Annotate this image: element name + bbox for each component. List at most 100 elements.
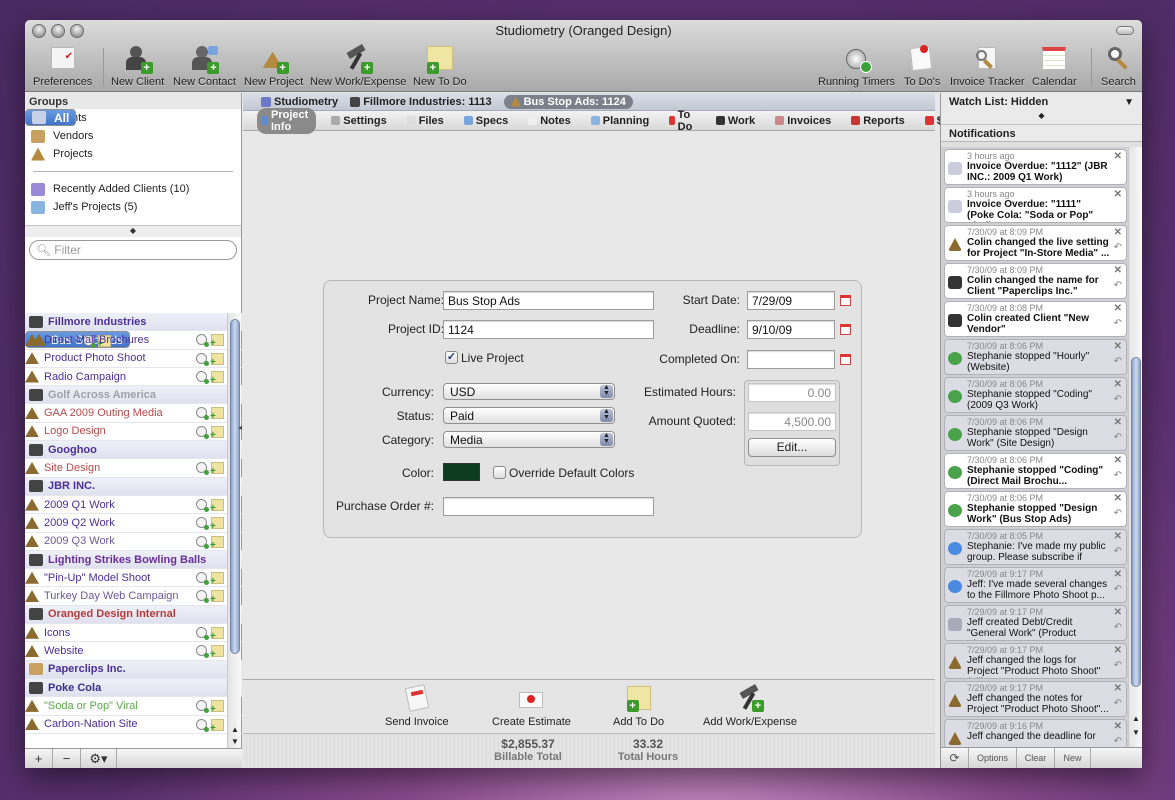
project-row[interactable]: Carbon-Nation Site: [25, 716, 242, 734]
client-row[interactable]: Golf Across America: [25, 386, 242, 404]
dismiss-icon[interactable]: ✕: [1114, 417, 1122, 428]
tab-notes[interactable]: Notes: [523, 114, 576, 128]
watch-list-toggle[interactable]: Watch List: Hidden▼: [941, 93, 1142, 111]
purchase-order-input[interactable]: [443, 497, 654, 516]
start-timer-icon[interactable]: [196, 645, 207, 656]
calendar-picker-icon[interactable]: [840, 295, 851, 306]
add-todo-icon[interactable]: [211, 627, 224, 639]
options-button[interactable]: Options: [969, 748, 1017, 768]
notification-item[interactable]: 7/30/09 at 8:06 PMStephanie stopped "Des…: [944, 491, 1127, 527]
add-todo-icon[interactable]: [211, 536, 224, 548]
notification-item[interactable]: 7/30/09 at 8:08 PMColin created Client "…: [944, 301, 1127, 337]
add-todo-icon[interactable]: [211, 700, 224, 712]
dismiss-icon[interactable]: ✕: [1114, 607, 1122, 618]
toolbar-toggle-button[interactable]: [1116, 26, 1134, 35]
undo-icon[interactable]: ↶: [1114, 698, 1122, 709]
project-row[interactable]: Website: [25, 642, 242, 660]
tab-reports[interactable]: Reports: [846, 114, 910, 128]
override-colors-checkbox[interactable]: [493, 466, 506, 479]
dismiss-icon[interactable]: ✕: [1114, 227, 1122, 238]
tab-settings[interactable]: Settings: [326, 114, 391, 128]
notification-item[interactable]: 7/29/09 at 9:17 PMJeff changed the notes…: [944, 681, 1127, 717]
live-project-checkbox[interactable]: ✓: [445, 351, 458, 364]
client-row[interactable]: Paperclips Inc.: [25, 661, 242, 679]
undo-icon[interactable]: ↶: [1114, 546, 1122, 557]
project-row[interactable]: Icons: [25, 624, 242, 642]
calendar-picker-icon[interactable]: [840, 354, 851, 365]
client-row[interactable]: Fillmore Industries: [25, 313, 242, 331]
tab-work[interactable]: Work: [711, 114, 760, 128]
new-to-do-button[interactable]: + New To Do: [413, 44, 467, 88]
create-estimate-button[interactable]: Create Estimate: [492, 684, 571, 728]
dismiss-icon[interactable]: ✕: [1114, 455, 1122, 466]
tab-specs[interactable]: Specs: [459, 114, 513, 128]
estimated-hours-input[interactable]: [748, 383, 836, 402]
undo-icon[interactable]: ↶: [1114, 318, 1122, 329]
preferences-button[interactable]: ✔ Preferences: [33, 44, 92, 88]
group-item-all[interactable]: All: [25, 109, 76, 126]
client-row[interactable]: JBR INC.: [25, 478, 242, 496]
to-dos-button[interactable]: To Do's: [904, 44, 940, 88]
notification-item[interactable]: 3 hours agoInvoice Overdue: "1112" (JBR …: [944, 149, 1127, 185]
dismiss-icon[interactable]: ✕: [1114, 341, 1122, 352]
start-timer-icon[interactable]: [196, 700, 207, 711]
project-row[interactable]: Direct Mail Brochures: [25, 331, 242, 349]
project-row[interactable]: "Soda or Pop" Viral: [25, 697, 242, 715]
project-row[interactable]: 2009 Q3 Work: [25, 533, 242, 551]
project-list-scrollbar[interactable]: ▲ ▼: [227, 313, 241, 748]
notification-item[interactable]: 7/29/09 at 9:17 PMJeff created Debt/Cred…: [944, 605, 1127, 641]
project-row[interactable]: "Pin-Up" Model Shoot: [25, 569, 242, 587]
client-row[interactable]: Oranged Design Internal: [25, 606, 242, 624]
add-todo-icon[interactable]: [211, 426, 224, 438]
undo-icon[interactable]: ↶: [1114, 736, 1122, 747]
notification-item[interactable]: 7/29/09 at 9:16 PMJeff changed the deadl…: [944, 719, 1127, 747]
undo-icon[interactable]: ↶: [1114, 660, 1122, 671]
smart-group-jeffs-projects[interactable]: Jeff's Projects (5): [25, 198, 241, 216]
breadcrumb-studiometry[interactable]: Studiometry: [261, 96, 338, 108]
search-button[interactable]: Search: [1101, 44, 1136, 88]
project-row[interactable]: Product Photo Shoot: [25, 350, 242, 368]
invoice-tracker-button[interactable]: Invoice Tracker: [950, 44, 1025, 88]
dismiss-icon[interactable]: ✕: [1114, 265, 1122, 276]
notifications-scrollbar[interactable]: ▲ ▼: [1128, 147, 1142, 747]
undo-icon[interactable]: ↶: [1114, 508, 1122, 519]
dismiss-icon[interactable]: ✕: [1114, 721, 1122, 732]
project-row[interactable]: 2009 Q1 Work: [25, 496, 242, 514]
start-timer-icon[interactable]: [196, 517, 207, 528]
start-timer-icon[interactable]: [196, 499, 207, 510]
project-row[interactable]: Radio Campaign: [25, 368, 242, 386]
project-row[interactable]: Site Design: [25, 459, 242, 477]
start-timer-icon[interactable]: [196, 462, 207, 473]
scroll-up-arrow[interactable]: ▲: [231, 725, 239, 734]
project-row[interactable]: 2009 Q2 Work: [25, 514, 242, 532]
project-row[interactable]: Logo Design: [25, 423, 242, 441]
notification-item[interactable]: 7/29/09 at 9:17 PMJeff changed the logs …: [944, 643, 1127, 679]
remove-button[interactable]: −: [53, 749, 81, 768]
tab-to-do[interactable]: To Do: [664, 108, 701, 134]
split-view-handle[interactable]: ◆: [941, 111, 1142, 125]
notification-item[interactable]: 7/30/09 at 8:05 PMStephanie: I've made m…: [944, 529, 1127, 565]
add-todo-icon[interactable]: [211, 407, 224, 419]
completed-on-input[interactable]: [747, 350, 835, 369]
tab-files[interactable]: Files: [402, 114, 449, 128]
add-todo-icon[interactable]: [211, 353, 224, 365]
undo-icon[interactable]: ↶: [1114, 356, 1122, 367]
start-timer-icon[interactable]: [196, 353, 207, 364]
add-todo-icon[interactable]: [211, 572, 224, 584]
dismiss-icon[interactable]: ✕: [1114, 493, 1122, 504]
undo-icon[interactable]: ↶: [1114, 242, 1122, 253]
add-todo-icon[interactable]: [211, 517, 224, 529]
tab-planning[interactable]: Planning: [586, 114, 654, 128]
notification-item[interactable]: 7/30/09 at 8:09 PMColin changed the live…: [944, 225, 1127, 261]
add-button[interactable]: +: [25, 749, 53, 768]
send-invoice-button[interactable]: Send Invoice: [385, 684, 449, 728]
start-timer-icon[interactable]: [196, 590, 207, 601]
dismiss-icon[interactable]: ✕: [1114, 531, 1122, 542]
notification-item[interactable]: 7/29/09 at 9:17 PMJeff: I've made severa…: [944, 567, 1127, 603]
start-timer-icon[interactable]: [196, 334, 207, 345]
add-todo-icon[interactable]: [211, 371, 224, 383]
start-timer-icon[interactable]: [196, 407, 207, 418]
breadcrumb-client[interactable]: Fillmore Industries: 1113: [350, 96, 491, 108]
undo-icon[interactable]: ↶: [1114, 432, 1122, 443]
add-todo-icon[interactable]: [211, 590, 224, 602]
